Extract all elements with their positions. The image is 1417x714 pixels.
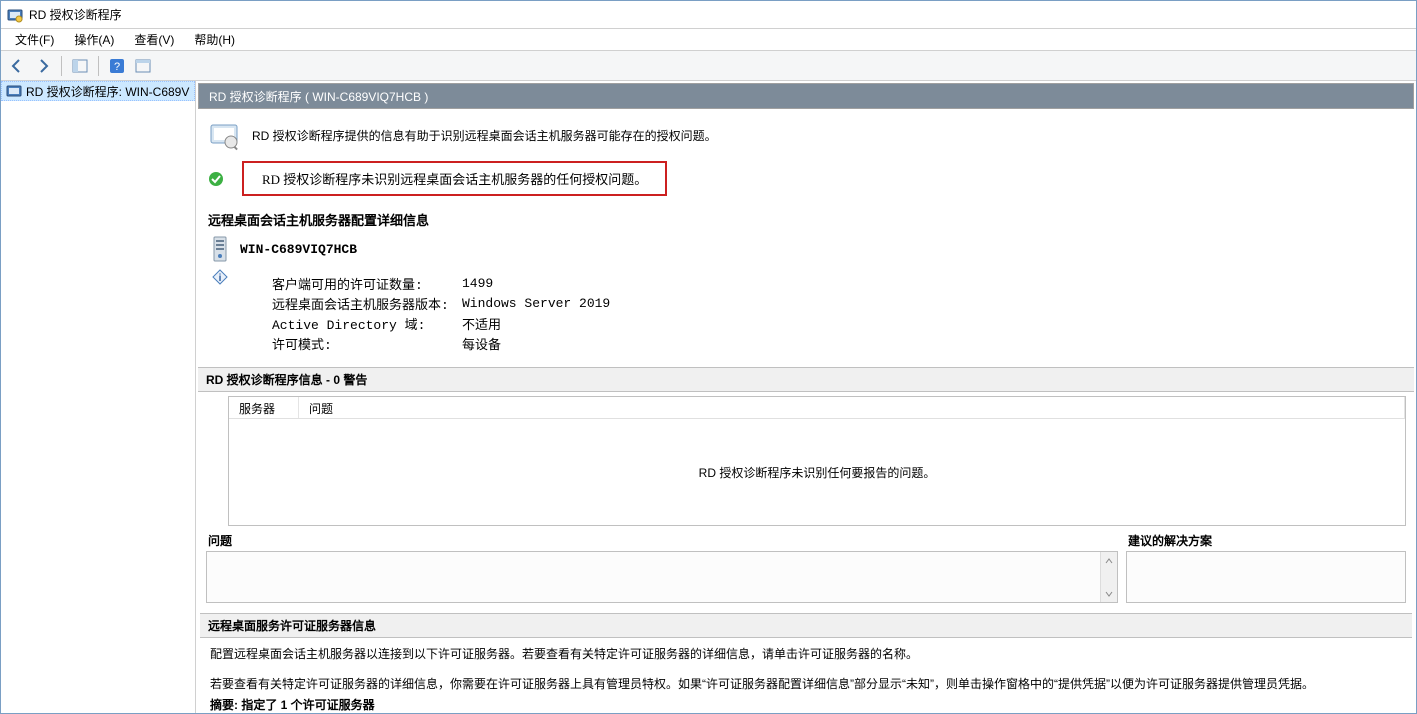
- server-name: WIN-C689VIQ7HCB: [240, 242, 357, 257]
- detail-label: 远程桌面会话主机服务器版本:: [272, 294, 462, 313]
- titlebar: RD 授权诊断程序: [1, 1, 1416, 29]
- config-details: i 客户端可用的许可证数量: 1499 远程桌面会话主机服务器版本: Windo…: [198, 269, 1414, 367]
- show-hide-tree-button[interactable]: [68, 54, 92, 78]
- issue-panel: [206, 551, 1118, 603]
- issue-panel-label: 问题: [206, 530, 1118, 551]
- license-section-title: 远程桌面服务许可证服务器信息: [200, 613, 1412, 638]
- detail-row-version: 远程桌面会话主机服务器版本: Windows Server 2019: [272, 293, 610, 313]
- svg-text:?: ?: [114, 61, 120, 73]
- list-header: 服务器 问题: [229, 397, 1405, 419]
- tree-item-label: RD 授权诊断程序: WIN-C689V: [26, 83, 189, 100]
- list-empty-message: RD 授权诊断程序未识别任何要报告的问题。: [229, 419, 1405, 525]
- help-icon: ?: [109, 58, 125, 74]
- pane-header: RD 授权诊断程序 ( WIN-C689VIQ7HCB ): [198, 83, 1414, 109]
- intro-text: RD 授权诊断程序提供的信息有助于识别远程桌面会话主机服务器可能存在的授权问题。: [252, 127, 717, 144]
- toolbar-separator: [61, 56, 62, 76]
- detail-value: 每设备: [462, 334, 501, 353]
- forward-button[interactable]: [31, 54, 55, 78]
- issues-list: 服务器 问题 RD 授权诊断程序未识别任何要报告的问题。: [228, 396, 1406, 526]
- scroll-up-icon: [1101, 552, 1117, 569]
- titlebar-title: RD 授权诊断程序: [29, 6, 122, 23]
- menu-file[interactable]: 文件(F): [5, 29, 64, 50]
- success-icon: [208, 171, 224, 187]
- status-row: RD 授权诊断程序未识别远程桌面会话主机服务器的任何授权问题。: [198, 157, 1414, 204]
- diag-info-title: RD 授权诊断程序信息 - 0 警告: [198, 367, 1414, 392]
- refresh-button[interactable]: [131, 54, 155, 78]
- tree-item-rd-diagnoser[interactable]: RD 授权诊断程序: WIN-C689V: [1, 81, 195, 101]
- col-issue[interactable]: 问题: [299, 397, 1405, 418]
- detail-label: 许可模式:: [272, 334, 462, 353]
- content-scroll: RD 授权诊断程序提供的信息有助于识别远程桌面会话主机服务器可能存在的授权问题。…: [196, 109, 1416, 713]
- app-icon: [7, 7, 23, 23]
- license-summary: 摘要: 指定了 1 个许可证服务器: [210, 695, 1402, 713]
- solution-panel: [1126, 551, 1406, 603]
- arrow-left-icon: [9, 58, 25, 74]
- issue-detail-row: 问题 建议的解决方案: [206, 530, 1406, 603]
- server-row: WIN-C689VIQ7HCB: [198, 233, 1414, 269]
- col-server[interactable]: 服务器: [229, 397, 299, 418]
- detail-row-ad: Active Directory 域: 不适用: [272, 313, 610, 333]
- info-icon: i: [212, 269, 228, 285]
- license-line1: 配置远程桌面会话主机服务器以连接到以下许可证服务器。若要查看有关特定许可证服务器…: [210, 644, 1402, 666]
- intro-row: RD 授权诊断程序提供的信息有助于识别远程桌面会话主机服务器可能存在的授权问题。: [198, 109, 1414, 157]
- tree-pane: RD 授权诊断程序: WIN-C689V: [1, 81, 196, 713]
- main-pane: RD 授权诊断程序 ( WIN-C689VIQ7HCB ) RD 授权诊断程序提…: [196, 81, 1416, 713]
- scroll-down-icon: [1101, 585, 1117, 602]
- detail-value: 1499: [462, 276, 493, 291]
- help-button[interactable]: ?: [105, 54, 129, 78]
- diagnoser-large-icon: [208, 119, 240, 151]
- toolbar-separator: [98, 56, 99, 76]
- detail-row-mode: 许可模式: 每设备: [272, 333, 610, 353]
- panel-split-icon: [72, 58, 88, 74]
- license-line2: 若要查看有关特定许可证服务器的详细信息，你需要在许可证服务器上具有管理员特权。如…: [210, 674, 1402, 696]
- app-window: RD 授权诊断程序 文件(F) 操作(A) 查看(V) 帮助(H) ? RD: [0, 0, 1417, 714]
- arrow-right-icon: [35, 58, 51, 74]
- svg-text:i: i: [219, 273, 222, 284]
- body-split: RD 授权诊断程序: WIN-C689V RD 授权诊断程序 ( WIN-C68…: [1, 81, 1416, 713]
- detail-label: 客户端可用的许可证数量:: [272, 274, 462, 293]
- detail-label: Active Directory 域:: [272, 314, 462, 333]
- license-section: 远程桌面服务许可证服务器信息 配置远程桌面会话主机服务器以连接到以下许可证服务器…: [200, 613, 1412, 713]
- config-section-title: 远程桌面会话主机服务器配置详细信息: [198, 204, 1414, 233]
- detail-value: 不适用: [462, 314, 501, 333]
- toolbar: ?: [1, 51, 1416, 81]
- server-icon: [208, 235, 232, 263]
- menu-help[interactable]: 帮助(H): [184, 29, 245, 50]
- window-icon: [135, 58, 151, 74]
- detail-value: Windows Server 2019: [462, 296, 610, 311]
- detail-row-licenses: 客户端可用的许可证数量: 1499: [272, 273, 610, 293]
- status-message: RD 授权诊断程序未识别远程桌面会话主机服务器的任何授权问题。: [242, 161, 667, 196]
- back-button[interactable]: [5, 54, 29, 78]
- solution-panel-label: 建议的解决方案: [1126, 530, 1406, 551]
- menu-action[interactable]: 操作(A): [64, 29, 124, 50]
- menu-view[interactable]: 查看(V): [124, 29, 184, 50]
- diagnoser-icon: [6, 83, 22, 99]
- menubar: 文件(F) 操作(A) 查看(V) 帮助(H): [1, 29, 1416, 51]
- pane-header-title: RD 授权诊断程序 ( WIN-C689VIQ7HCB ): [209, 88, 428, 105]
- scrollbar[interactable]: [1100, 552, 1117, 602]
